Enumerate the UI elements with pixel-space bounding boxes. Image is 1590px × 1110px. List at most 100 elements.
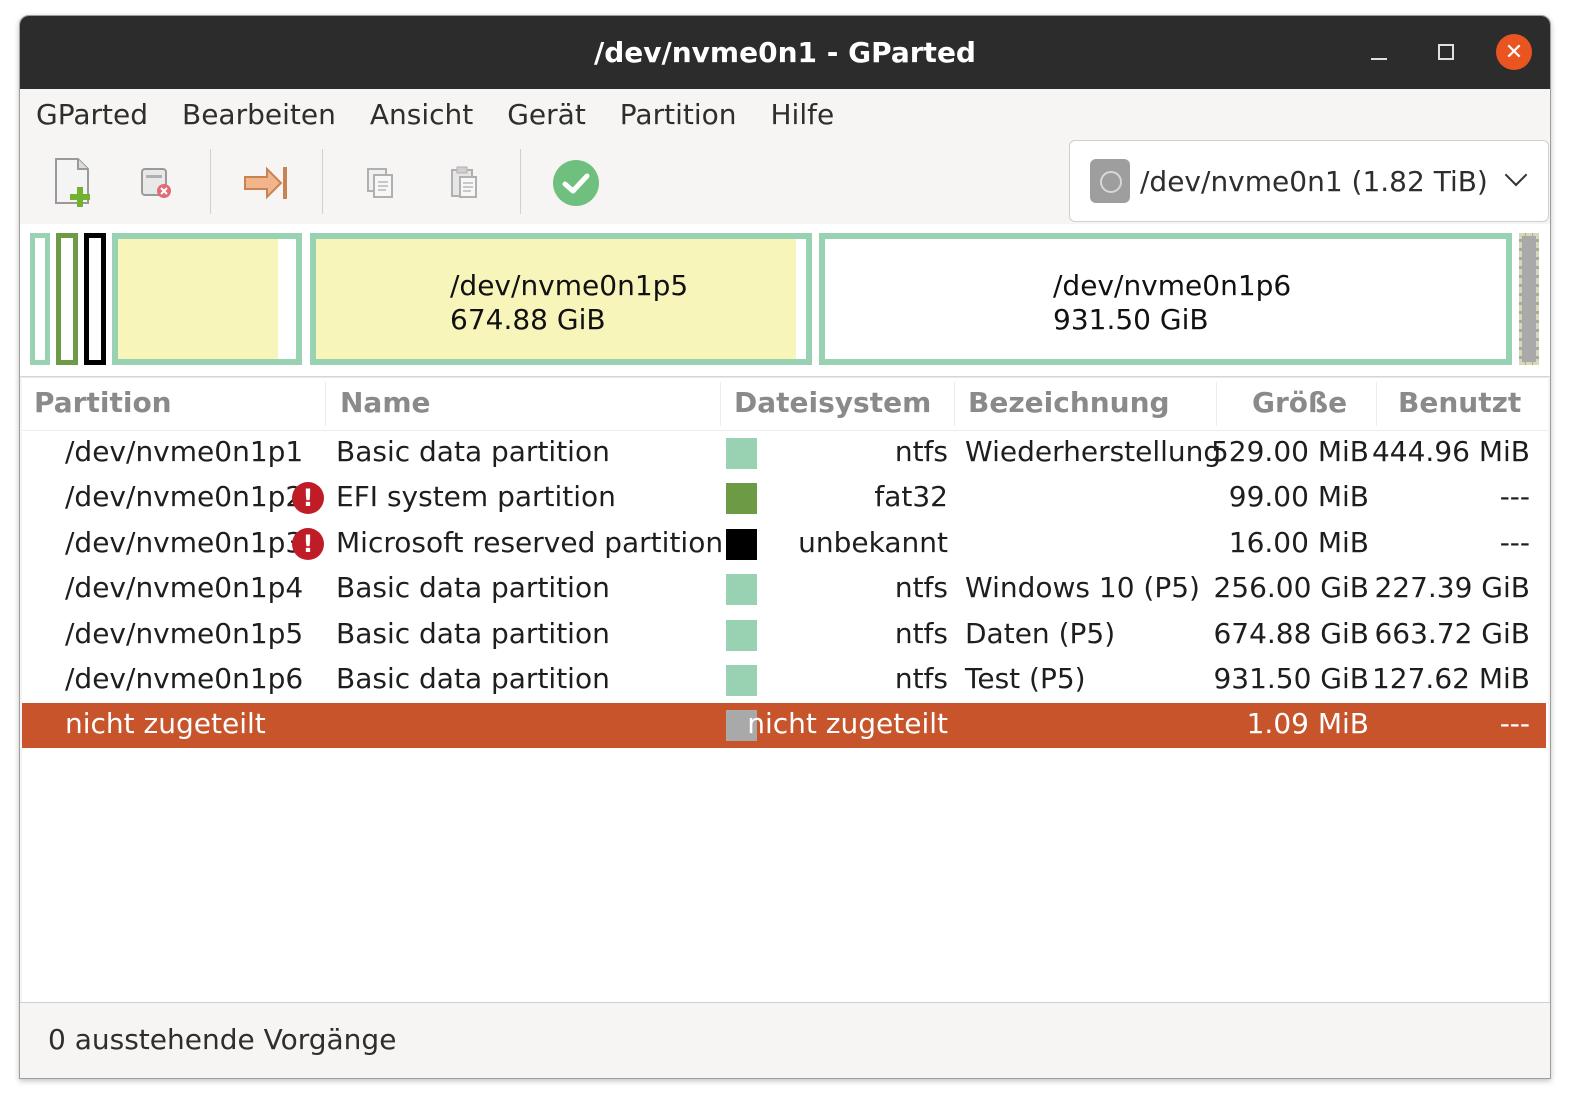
header-separator [325, 382, 326, 426]
header-used[interactable]: Benutzt [1398, 386, 1521, 419]
cell-used: 444.96 MiB [1371, 435, 1530, 468]
paste-button[interactable] [438, 157, 490, 209]
filesystem-color-swatch [726, 438, 757, 469]
header-separator [954, 382, 955, 426]
close-icon: ✕ [1504, 39, 1524, 65]
filesystem-color-swatch [726, 483, 757, 515]
menu-hilfe[interactable]: Hilfe [771, 98, 835, 131]
map-p5-name: /dev/nvme0n1p5 [450, 269, 689, 302]
cell-label: Test (P5) [965, 662, 1086, 695]
cell-size: 529.00 MiB [1210, 435, 1369, 468]
map-segment-p6[interactable]: /dev/nvme0n1p6 931.50 GiB [819, 233, 1512, 365]
cell-used: 127.62 MiB [1371, 662, 1530, 695]
header-filesystem[interactable]: Dateisystem [734, 386, 931, 419]
map-segment-p2[interactable] [56, 233, 78, 365]
table-row[interactable]: /dev/nvme0n1p3! Microsoft reserved partit… [22, 522, 1546, 567]
table-header: Partition Name Dateisystem Bezeichnung G… [22, 378, 1548, 431]
resize-move-icon [244, 166, 287, 200]
cell-used: 663.72 GiB [1374, 616, 1530, 650]
cell-filesystem: unbekannt [798, 525, 948, 559]
map-p6-name: /dev/nvme0n1p6 [1053, 269, 1292, 302]
filesystem-color-swatch [726, 665, 757, 696]
header-size[interactable]: Größe [1252, 386, 1347, 419]
cell-size: 16.00 MiB [1228, 525, 1369, 559]
table-row[interactable]: /dev/nvme0n1p2! EFI system partition fat32… [22, 476, 1546, 521]
map-segment-p5[interactable]: /dev/nvme0n1p5 674.88 GiB [310, 233, 812, 365]
map-segment-p4[interactable] [112, 233, 302, 365]
toolbar: /dev/nvme0n1 (1.82 TiB) [20, 139, 1550, 224]
delete-partition-button[interactable] [130, 157, 182, 209]
paste-icon [451, 166, 477, 198]
cell-partition: /dev/nvme0n1p6 [65, 662, 304, 695]
cell-partition: /dev/nvme0n1p2 [65, 480, 304, 514]
cell-name: Microsoft reserved partition [336, 525, 724, 559]
menu-bar: GParted Bearbeiten Ansicht Gerät Partiti… [20, 89, 1550, 140]
minimize-button[interactable] [1361, 34, 1397, 70]
cell-filesystem: nicht zugeteilt [747, 707, 948, 741]
cell-label: Wiederherstellung [965, 435, 1222, 468]
cell-filesystem: ntfs [894, 571, 948, 605]
toolbar-separator [210, 149, 211, 214]
resize-move-button[interactable] [240, 157, 292, 209]
menu-bearbeiten[interactable]: Bearbeiten [182, 98, 336, 131]
status-bar: 0 ausstehende Vorgänge [20, 1002, 1550, 1078]
apply-button[interactable] [550, 157, 602, 209]
table-row[interactable]: /dev/nvme0n1p4 Basic data partition ntfs Wi… [22, 567, 1546, 612]
cell-name: Basic data partition [336, 435, 610, 468]
header-separator [1376, 382, 1377, 426]
table-row[interactable]: nicht zugeteilt nicht zugeteilt 1.09 MiB --… [22, 703, 1546, 749]
menu-ansicht[interactable]: Ansicht [370, 98, 473, 131]
cell-used: --- [1499, 525, 1530, 559]
disk-icon [1090, 159, 1130, 203]
cell-used: --- [1499, 480, 1530, 514]
cell-size: 1.09 MiB [1246, 707, 1369, 741]
toolbar-separator [520, 149, 521, 214]
cell-size: 931.50 GiB [1213, 662, 1369, 695]
map-p6-size: 931.50 GiB [1053, 303, 1209, 336]
warning-icon: ! [292, 482, 324, 515]
delete-partition-icon [141, 168, 171, 198]
table-row[interactable]: /dev/nvme0n1p1 Basic data partition ntfs Wi… [22, 431, 1546, 476]
cell-size: 256.00 GiB [1213, 571, 1369, 605]
header-label[interactable]: Bezeichnung [968, 386, 1170, 419]
cell-filesystem: fat32 [874, 480, 948, 514]
apply-icon [553, 160, 599, 206]
cell-name: Basic data partition [336, 571, 610, 605]
menu-geraet[interactable]: Gerät [507, 98, 586, 131]
pending-operations: 0 ausstehende Vorgänge [48, 1023, 397, 1056]
header-partition[interactable]: Partition [34, 386, 172, 419]
cell-filesystem: ntfs [894, 662, 948, 695]
cell-partition: /dev/nvme0n1p4 [65, 571, 304, 605]
cell-used: --- [1499, 707, 1530, 741]
cell-used: 227.39 GiB [1374, 571, 1530, 605]
cell-filesystem: ntfs [894, 435, 948, 468]
filesystem-color-swatch [726, 619, 757, 651]
close-button[interactable]: ✕ [1496, 34, 1532, 70]
header-name[interactable]: Name [340, 386, 431, 419]
new-partition-button[interactable] [46, 157, 98, 209]
partition-table: Partition Name Dateisystem Bezeichnung G… [22, 377, 1548, 1002]
partition-map: /dev/nvme0n1p5 674.88 GiB /dev/nvme0n1p6… [20, 224, 1550, 377]
map-p5-size: 674.88 GiB [450, 303, 606, 336]
window-title: /dev/nvme0n1 - GParted [594, 36, 976, 69]
cell-partition: /dev/nvme0n1p1 [65, 435, 304, 468]
new-partition-icon [55, 158, 90, 207]
map-segment-unallocated[interactable] [1519, 233, 1539, 365]
table-row[interactable]: /dev/nvme0n1p5 Basic data partition ntfs Da… [22, 613, 1546, 658]
table-row[interactable]: /dev/nvme0n1p6 Basic data partition ntfs Te… [22, 658, 1546, 703]
cell-name: EFI system partition [336, 480, 616, 514]
menu-gparted[interactable]: GParted [36, 98, 148, 131]
map-segment-p1[interactable] [30, 233, 50, 365]
device-selector[interactable]: /dev/nvme0n1 (1.82 TiB) [1069, 140, 1549, 222]
cell-label: Daten (P5) [965, 616, 1116, 650]
header-separator [720, 382, 721, 426]
cell-partition: nicht zugeteilt [65, 707, 266, 741]
cell-size: 674.88 GiB [1213, 616, 1369, 650]
map-segment-p3[interactable] [84, 233, 106, 365]
menu-partition[interactable]: Partition [620, 98, 737, 131]
cell-filesystem: ntfs [894, 616, 948, 650]
title-bar: /dev/nvme0n1 - GParted ✕ [20, 16, 1550, 89]
copy-button[interactable] [354, 157, 406, 209]
chevron-down-icon [1504, 163, 1528, 187]
maximize-button[interactable] [1428, 34, 1464, 70]
